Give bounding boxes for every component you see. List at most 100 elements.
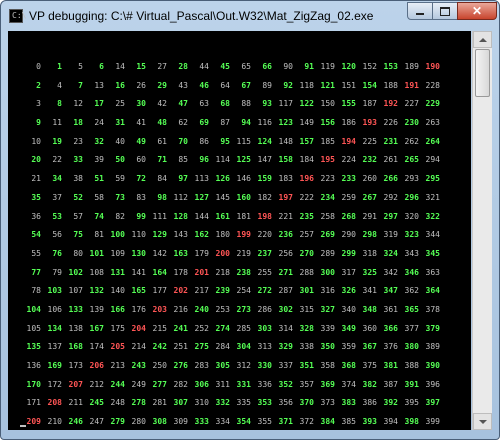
- matrix-row: 55 76 80 101 109 130 142 163 179 200 219 237 256 270 2…: [20, 245, 440, 264]
- matrix-cell: 323: [404, 230, 419, 240]
- matrix-cell: 397: [425, 398, 440, 408]
- matrix-cell: 84: [157, 174, 167, 184]
- matrix-cell: 260: [362, 174, 377, 184]
- matrix-cell: 32: [94, 136, 104, 146]
- matrix-cell: 208: [47, 398, 62, 408]
- matrix-row: 0 1 5 6 14 15 27 28 44 45 65 66 90 91 119 120 152 153 189 1…: [20, 58, 440, 77]
- matrix-cell: 42: [157, 99, 167, 109]
- matrix-cell: 150: [320, 99, 335, 109]
- matrix-cell: 242: [152, 342, 167, 352]
- matrix-cell: 301: [299, 286, 314, 296]
- matrix-cell: 160: [236, 192, 251, 202]
- matrix-cell: 379: [425, 323, 440, 333]
- matrix-cell: 235: [299, 211, 314, 221]
- matrix-cell: 103: [47, 286, 62, 296]
- matrix-cell: 319: [383, 230, 398, 240]
- matrix-cell: 18: [73, 118, 83, 128]
- matrix-cell: 381: [383, 361, 398, 370]
- matrix-cell: 147: [257, 155, 272, 165]
- matrix-cell: 0: [36, 62, 41, 71]
- matrix-cell: 334: [215, 417, 230, 427]
- matrix-cell: 331: [236, 379, 251, 389]
- matrix-cell: 49: [136, 136, 146, 146]
- matrix-cell: 272: [257, 286, 272, 296]
- matrix-row: 20 22 33 39 50 60 71 85 96 114 125 147 158 184 195 224 2…: [20, 151, 440, 170]
- matrix-cell: 210: [47, 417, 62, 427]
- matrix-cell: 309: [173, 417, 188, 427]
- matrix-cell: 279: [110, 417, 125, 427]
- matrix-cell: 162: [194, 230, 209, 240]
- matrix-cell: 349: [341, 323, 356, 333]
- minimize-button[interactable]: [407, 2, 433, 20]
- matrix-cell: 224: [341, 155, 356, 165]
- matrix-cell: 241: [173, 323, 188, 333]
- matrix-cell: 73: [115, 192, 125, 202]
- matrix-cell: 328: [299, 323, 314, 333]
- matrix-cell: 370: [299, 398, 314, 408]
- matrix-cell: 59: [115, 174, 125, 184]
- matrix-cell: 376: [383, 342, 398, 352]
- matrix-cell: 217: [194, 286, 209, 296]
- matrix-cell: 316: [320, 286, 335, 296]
- matrix-cell: 374: [341, 379, 356, 389]
- close-button[interactable]: ✕: [457, 2, 497, 20]
- matrix-cell: 51: [94, 174, 104, 184]
- maximize-button[interactable]: [432, 2, 458, 20]
- matrix-cell: 230: [404, 118, 419, 128]
- matrix-cell: 222: [299, 192, 314, 202]
- scroll-up-button[interactable]: [473, 31, 492, 48]
- matrix-cell: 253: [215, 304, 230, 314]
- matrix-cell: 310: [194, 398, 209, 408]
- matrix-cell: 239: [215, 286, 230, 296]
- matrix-cell: 175: [110, 323, 125, 333]
- scroll-down-button[interactable]: [473, 413, 492, 430]
- matrix-cell: 99: [136, 211, 146, 221]
- vertical-scrollbar[interactable]: [472, 31, 492, 430]
- matrix-cell: 40: [115, 136, 125, 146]
- matrix-cell: 322: [425, 211, 440, 221]
- matrix-cell: 278: [131, 398, 146, 408]
- scroll-thumb[interactable]: [475, 49, 490, 97]
- matrix-cell: 206: [89, 361, 104, 370]
- matrix-cell: 344: [425, 230, 440, 240]
- matrix-cell: 245: [89, 398, 104, 408]
- matrix-cell: 57: [73, 211, 83, 221]
- matrix-cell: 53: [52, 211, 62, 221]
- matrix-cell: 87: [220, 118, 230, 128]
- console-output[interactable]: 0 1 5 6 14 15 27 28 44 45 65 66 90 91 119 120 152 153 189 1…: [8, 31, 471, 430]
- matrix-row: 105 134 138 167 175 204 215 241 252 274 285 303 314 3…: [20, 320, 440, 339]
- matrix-cell: 233: [341, 174, 356, 184]
- matrix-row: 21 34 38 51 59 72 84 97 113 126 146 159 183 196 223 233…: [20, 170, 440, 189]
- matrix-cell: 256: [278, 248, 293, 258]
- matrix-cell: 238: [236, 267, 251, 277]
- matrix-cell: 211: [68, 398, 83, 408]
- matrix-cell: 366: [383, 323, 398, 333]
- matrix-cell: 52: [73, 192, 83, 202]
- matrix-cell: 96: [199, 155, 209, 165]
- matrix-cell: 293: [404, 174, 419, 184]
- matrix-cell: 264: [425, 136, 440, 146]
- matrix-cell: 225: [362, 136, 377, 146]
- matrix-cell: 262: [404, 136, 419, 146]
- matrix-cell: 313: [257, 342, 272, 352]
- console-app-icon[interactable]: C:\: [9, 9, 26, 23]
- matrix-cell: 170: [26, 379, 41, 389]
- matrix-cell: 386: [362, 398, 377, 408]
- matrix-cell: 36: [31, 211, 41, 221]
- matrix-cell: 172: [47, 379, 62, 389]
- matrix-cell: 219: [236, 248, 251, 258]
- title-bar[interactable]: C:\ VP debugging: C:\# Virtual_Pascal\Ou…: [1, 1, 499, 31]
- matrix-cell: 373: [320, 398, 335, 408]
- matrix-cell: 246: [68, 417, 83, 427]
- matrix-cell: 67: [241, 80, 251, 90]
- matrix-cell: 77: [31, 267, 41, 277]
- matrix-cell: 149: [299, 118, 314, 128]
- matrix-cell: 13: [94, 80, 104, 90]
- matrix-cell: 176: [131, 304, 146, 314]
- matrix-cell: 37: [52, 192, 62, 202]
- matrix-row: 171 208 211 245 248 278 281 307 310 332 335 353 356 3…: [20, 394, 440, 413]
- matrix-cell: 283: [194, 361, 209, 370]
- matrix-cell: 153: [383, 62, 398, 71]
- matrix-cell: 129: [152, 230, 167, 240]
- matrix-cell: 125: [236, 155, 251, 165]
